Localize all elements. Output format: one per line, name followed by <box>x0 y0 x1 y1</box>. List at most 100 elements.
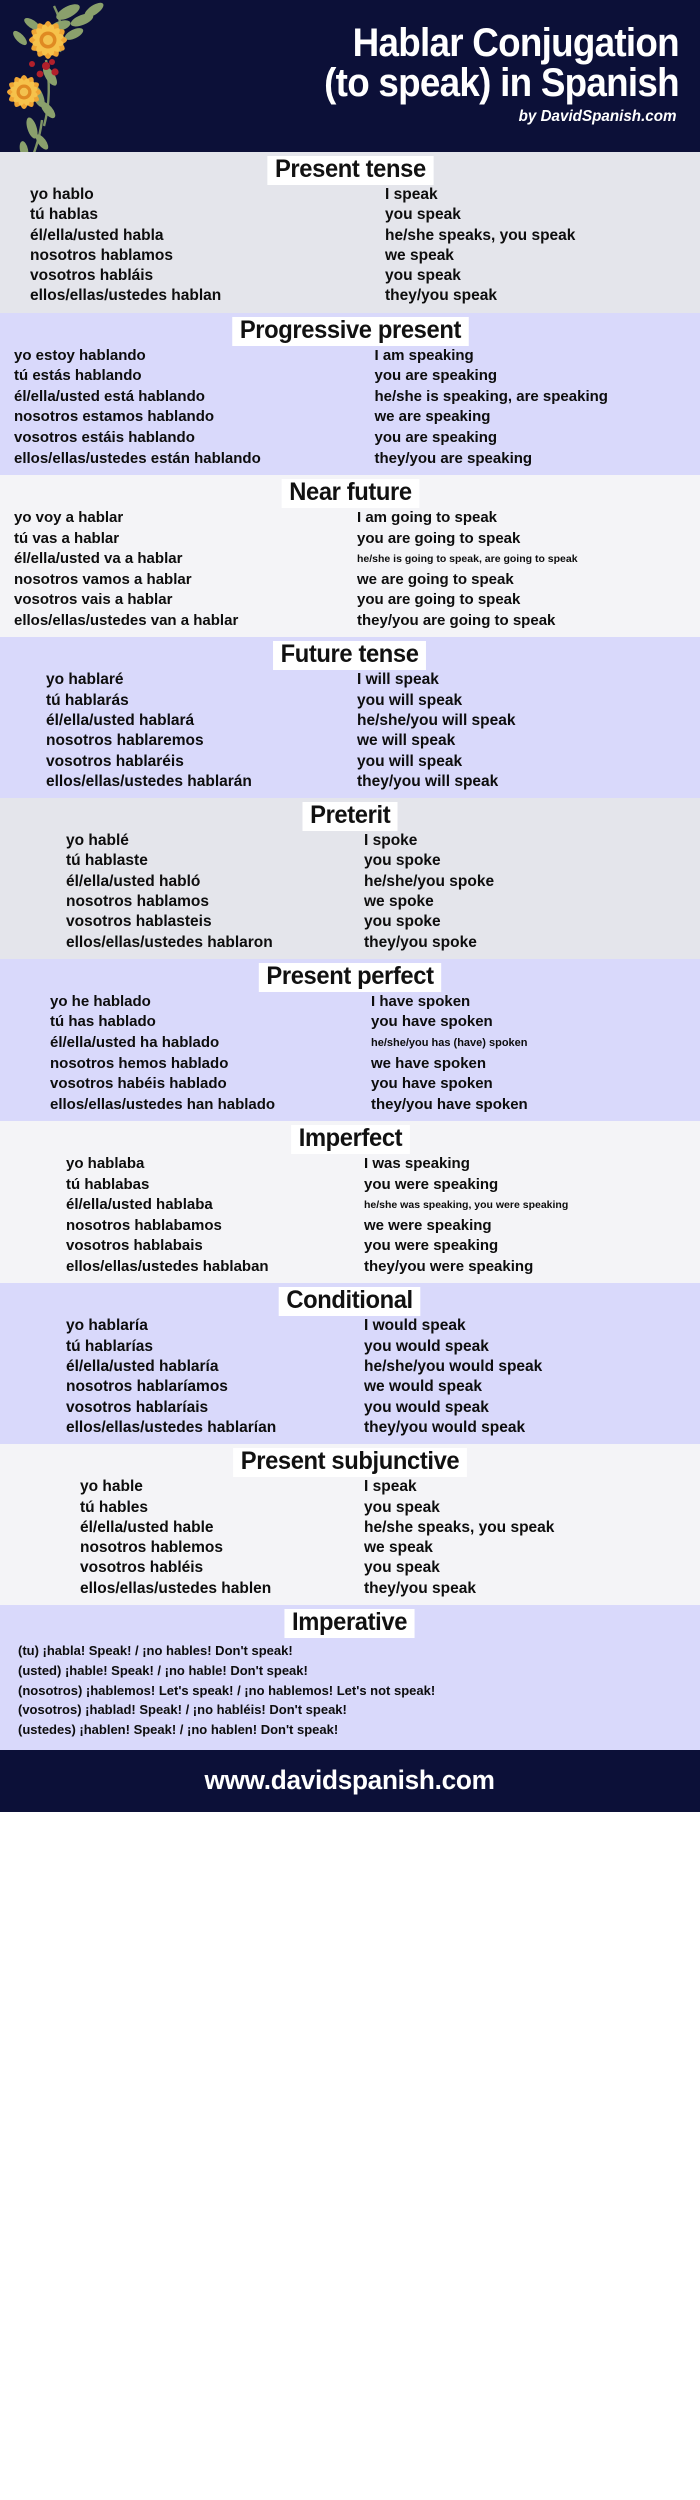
table-row: yo hablaba I was speaking <box>0 1154 700 1175</box>
section-title-present-perfect: Present perfect <box>258 962 442 992</box>
conjugation-spanish: nosotros hablamos <box>30 246 173 264</box>
conjugation-spanish: vosotros estáis hablando <box>14 428 195 446</box>
conjugation-english: he/she/you would speak <box>364 1358 543 1376</box>
conjugation-english: we were speaking <box>364 1216 492 1234</box>
section-title-chip: Present tense <box>0 156 700 185</box>
conjugation-spanish: tú hablaste <box>66 852 148 870</box>
list-item: (ustedes) ¡hablen! Speak! / ¡no hablen! … <box>18 1722 339 1738</box>
table-row: tú vas a hablar you are going to speak <box>0 529 700 550</box>
section-title-chip: Preterit <box>0 802 700 832</box>
floral-sunflower-ornament-icon <box>7 2 104 152</box>
conjugation-spanish: él/ella/usted habla <box>30 226 164 244</box>
table-row: él/ella/usted habla he/she speaks, you sp… <box>0 226 700 246</box>
conjugation-table-near-future: yo voy a hablar I am going to speak tú va… <box>0 508 700 631</box>
conjugation-english: you were speaking <box>364 1175 499 1193</box>
conjugation-spanish: él/ella/usted está hablando <box>14 387 205 405</box>
conjugation-spanish: ellos/ellas/ustedes hablan <box>30 287 222 305</box>
conjugation-table-preterit: yo hablé I spoke tú hablaste you spoke él/… <box>0 831 700 953</box>
conjugation-spanish: él/ella/usted hable <box>80 1518 214 1536</box>
conjugation-spanish: ellos/ellas/ustedes hablarán <box>46 772 252 790</box>
table-row: tú estás hablando you are speaking <box>0 366 700 387</box>
conjugation-table-present-subjunctive: yo hable I speak tú hables you speak él/el… <box>0 1477 700 1599</box>
section-title-chip: Present subjunctive <box>0 1448 700 1478</box>
conjugation-spanish: tú hablarías <box>66 1337 153 1355</box>
conjugation-english: we will speak <box>357 732 456 750</box>
conjugation-spanish: yo voy a hablar <box>14 509 124 527</box>
section-title-imperfect: Imperfect <box>290 1125 410 1155</box>
footer-website-url[interactable]: www.davidspanish.com <box>205 1765 495 1796</box>
conjugation-spanish: yo hablo <box>30 186 94 203</box>
section-title-chip: Progressive present <box>0 316 700 346</box>
conjugation-spanish: ellos/ellas/ustedes hablaron <box>66 933 273 951</box>
conjugation-english: he/she/you spoke <box>364 872 495 890</box>
section-conditional: Conditional yo hablaría I would speak tú … <box>0 1283 700 1445</box>
conjugation-spanish: ellos/ellas/ustedes hablaban <box>66 1257 269 1275</box>
conjugation-english: I spoke <box>364 832 418 850</box>
conjugation-english: I speak <box>385 186 438 203</box>
conjugation-spanish: tú estás hablando <box>14 367 142 385</box>
conjugation-table-future-tense: yo hablaré I will speak tú hablarás you wi… <box>0 670 700 792</box>
table-row: nosotros hablaríamos we would speak <box>0 1377 700 1397</box>
conjugation-spanish: ellos/ellas/ustedes hablarían <box>66 1418 277 1436</box>
conjugation-spanish: vosotros hablabais <box>66 1237 203 1255</box>
table-row: él/ella/usted hable he/she speaks, you sp… <box>0 1518 700 1538</box>
infographic-root: Hablar Conjugation (to speak) in Spanish… <box>0 0 700 2500</box>
conjugation-spanish: yo hablé <box>66 832 129 850</box>
conjugation-english: they/you spoke <box>364 933 477 951</box>
table-row: él/ella/usted hablará he/she/you will spe… <box>0 711 700 731</box>
conjugation-english: you were speaking <box>364 1237 499 1255</box>
table-row: ellos/ellas/ustedes están hablando they/y… <box>0 449 700 470</box>
table-row: tú hablarás you will speak <box>0 691 700 711</box>
table-row: yo hablo I speak <box>0 185 700 205</box>
table-row: tú hables you speak <box>0 1498 700 1518</box>
table-row: vosotros vais a hablar you are going to s… <box>0 590 700 611</box>
table-row: vosotros habláis you speak <box>0 266 700 286</box>
conjugation-spanish: ellos/ellas/ustedes van a hablar <box>14 611 239 629</box>
section-preterit: Preterit yo hablé I spoke tú hablaste you … <box>0 798 700 959</box>
conjugation-spanish: ellos/ellas/ustedes han hablado <box>50 1095 276 1113</box>
table-row: nosotros hablamos we spoke <box>0 892 700 912</box>
conjugation-english: he/she/you has (have) spoken <box>371 1036 528 1049</box>
conjugation-spanish: vosotros vais a hablar <box>14 591 173 609</box>
table-row: yo voy a hablar I am going to speak <box>0 508 700 529</box>
section-present-tense: Present tense yo hablo I speak tú hablas y… <box>0 152 700 313</box>
conjugation-spanish: ellos/ellas/ustedes hablen <box>80 1579 272 1597</box>
conjugation-spanish: tú hablarás <box>46 691 129 709</box>
footer-banner: www.davidspanish.com <box>0 1749 700 1812</box>
table-row: él/ella/usted habló he/she/you spoke <box>0 872 700 892</box>
conjugation-english: we are speaking <box>374 408 491 426</box>
conjugation-spanish: vosotros hablaríais <box>66 1398 209 1416</box>
conjugation-spanish: él/ella/usted hablará <box>46 711 195 729</box>
table-row: ellos/ellas/ustedes hablen they/you speak <box>0 1579 700 1599</box>
conjugation-table-imperfect: yo hablaba I was speaking tú hablabas you … <box>0 1154 700 1277</box>
table-row: nosotros estamos hablando we are speaking <box>0 407 700 428</box>
conjugation-english: you are going to speak <box>357 591 521 609</box>
table-row: nosotros hemos hablado we have spoken <box>0 1054 700 1075</box>
list-item: (nosotros) ¡hablemos! Let's speak! / ¡no… <box>18 1682 436 1698</box>
conjugation-spanish: yo hablaba <box>66 1155 145 1173</box>
table-row: él/ella/usted va a hablar he/she is going… <box>0 549 700 570</box>
conjugation-english: they/you are going to speak <box>357 611 556 629</box>
table-row: vosotros hablaréis you will speak <box>0 752 700 772</box>
header-banner: Hablar Conjugation (to speak) in Spanish… <box>0 0 700 152</box>
conjugation-spanish: nosotros hablaríamos <box>66 1378 228 1396</box>
conjugation-spanish: él/ella/usted hablaba <box>66 1196 213 1214</box>
conjugation-english: he/she/you will speak <box>357 711 516 729</box>
table-row: él/ella/usted hablaba he/she was speaking… <box>0 1195 700 1216</box>
conjugation-spanish: él/ella/usted hablaría <box>66 1358 219 1376</box>
table-row: vosotros estáis hablando you are speaking <box>0 428 700 449</box>
section-title-chip: Imperfect <box>0 1125 700 1155</box>
conjugation-spanish: tú hablabas <box>66 1175 150 1193</box>
conjugation-table-conditional: yo hablaría I would speak tú hablarías you… <box>0 1316 700 1438</box>
conjugation-spanish: yo estoy hablando <box>14 346 146 364</box>
section-title-imperative: Imperative <box>284 1609 416 1639</box>
conjugation-table-progressive-present: yo estoy hablando I am speaking tú estás … <box>0 346 700 469</box>
conjugation-english: you spoke <box>364 852 441 870</box>
conjugation-english: we have spoken <box>371 1054 487 1072</box>
table-row: él/ella/usted ha hablado he/she/you has (… <box>0 1033 700 1054</box>
conjugation-english: you spoke <box>364 913 441 931</box>
conjugation-spanish: tú hables <box>80 1498 149 1516</box>
table-row: ellos/ellas/ustedes hablarán they/you wil… <box>0 772 700 792</box>
section-title-chip: Imperative <box>0 1609 700 1639</box>
section-title-progressive-present: Progressive present <box>231 316 469 346</box>
